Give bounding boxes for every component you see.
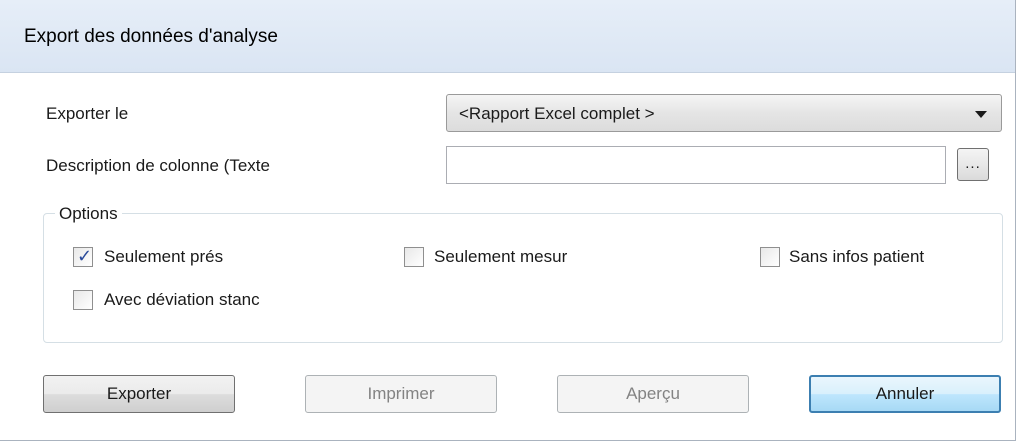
print-button[interactable]: Imprimer [305,375,497,413]
only-measured-checkbox[interactable] [404,247,424,267]
export-button[interactable]: Exporter [43,375,235,413]
std-deviation-label[interactable]: Avec déviation stanc [104,290,302,310]
checkmark-icon: ✓ [77,246,93,266]
cancel-button[interactable]: Annuler [809,375,1001,413]
no-patient-info-checkbox[interactable] [760,247,780,267]
export-type-selected: <Rapport Excel complet > [459,104,655,123]
column-description-label: Description de colonne (Texte [46,156,270,175]
title-bar[interactable]: Export des données d'analyse [0,0,1015,73]
chevron-down-icon [975,111,987,118]
export-type-label: Exporter le [46,104,129,123]
options-legend: Options [55,204,122,224]
column-description-input[interactable] [446,146,946,184]
only-measured-label[interactable]: Seulement mesur [434,247,596,267]
preview-button[interactable]: Aperçu [557,375,749,413]
only-present-checkbox[interactable]: ✓ [73,246,93,267]
browse-button[interactable]: ... [957,148,989,181]
std-deviation-checkbox[interactable] [73,290,93,310]
dialog-title: Export des données d'analyse [24,26,278,47]
options-group [43,213,1003,343]
export-dialog: Export des données d'analyse Exporter le… [0,0,1016,441]
no-patient-info-label[interactable]: Sans infos patient [789,247,969,267]
only-present-label[interactable]: Seulement prés [104,247,246,267]
export-type-dropdown[interactable]: <Rapport Excel complet > [446,94,1002,132]
